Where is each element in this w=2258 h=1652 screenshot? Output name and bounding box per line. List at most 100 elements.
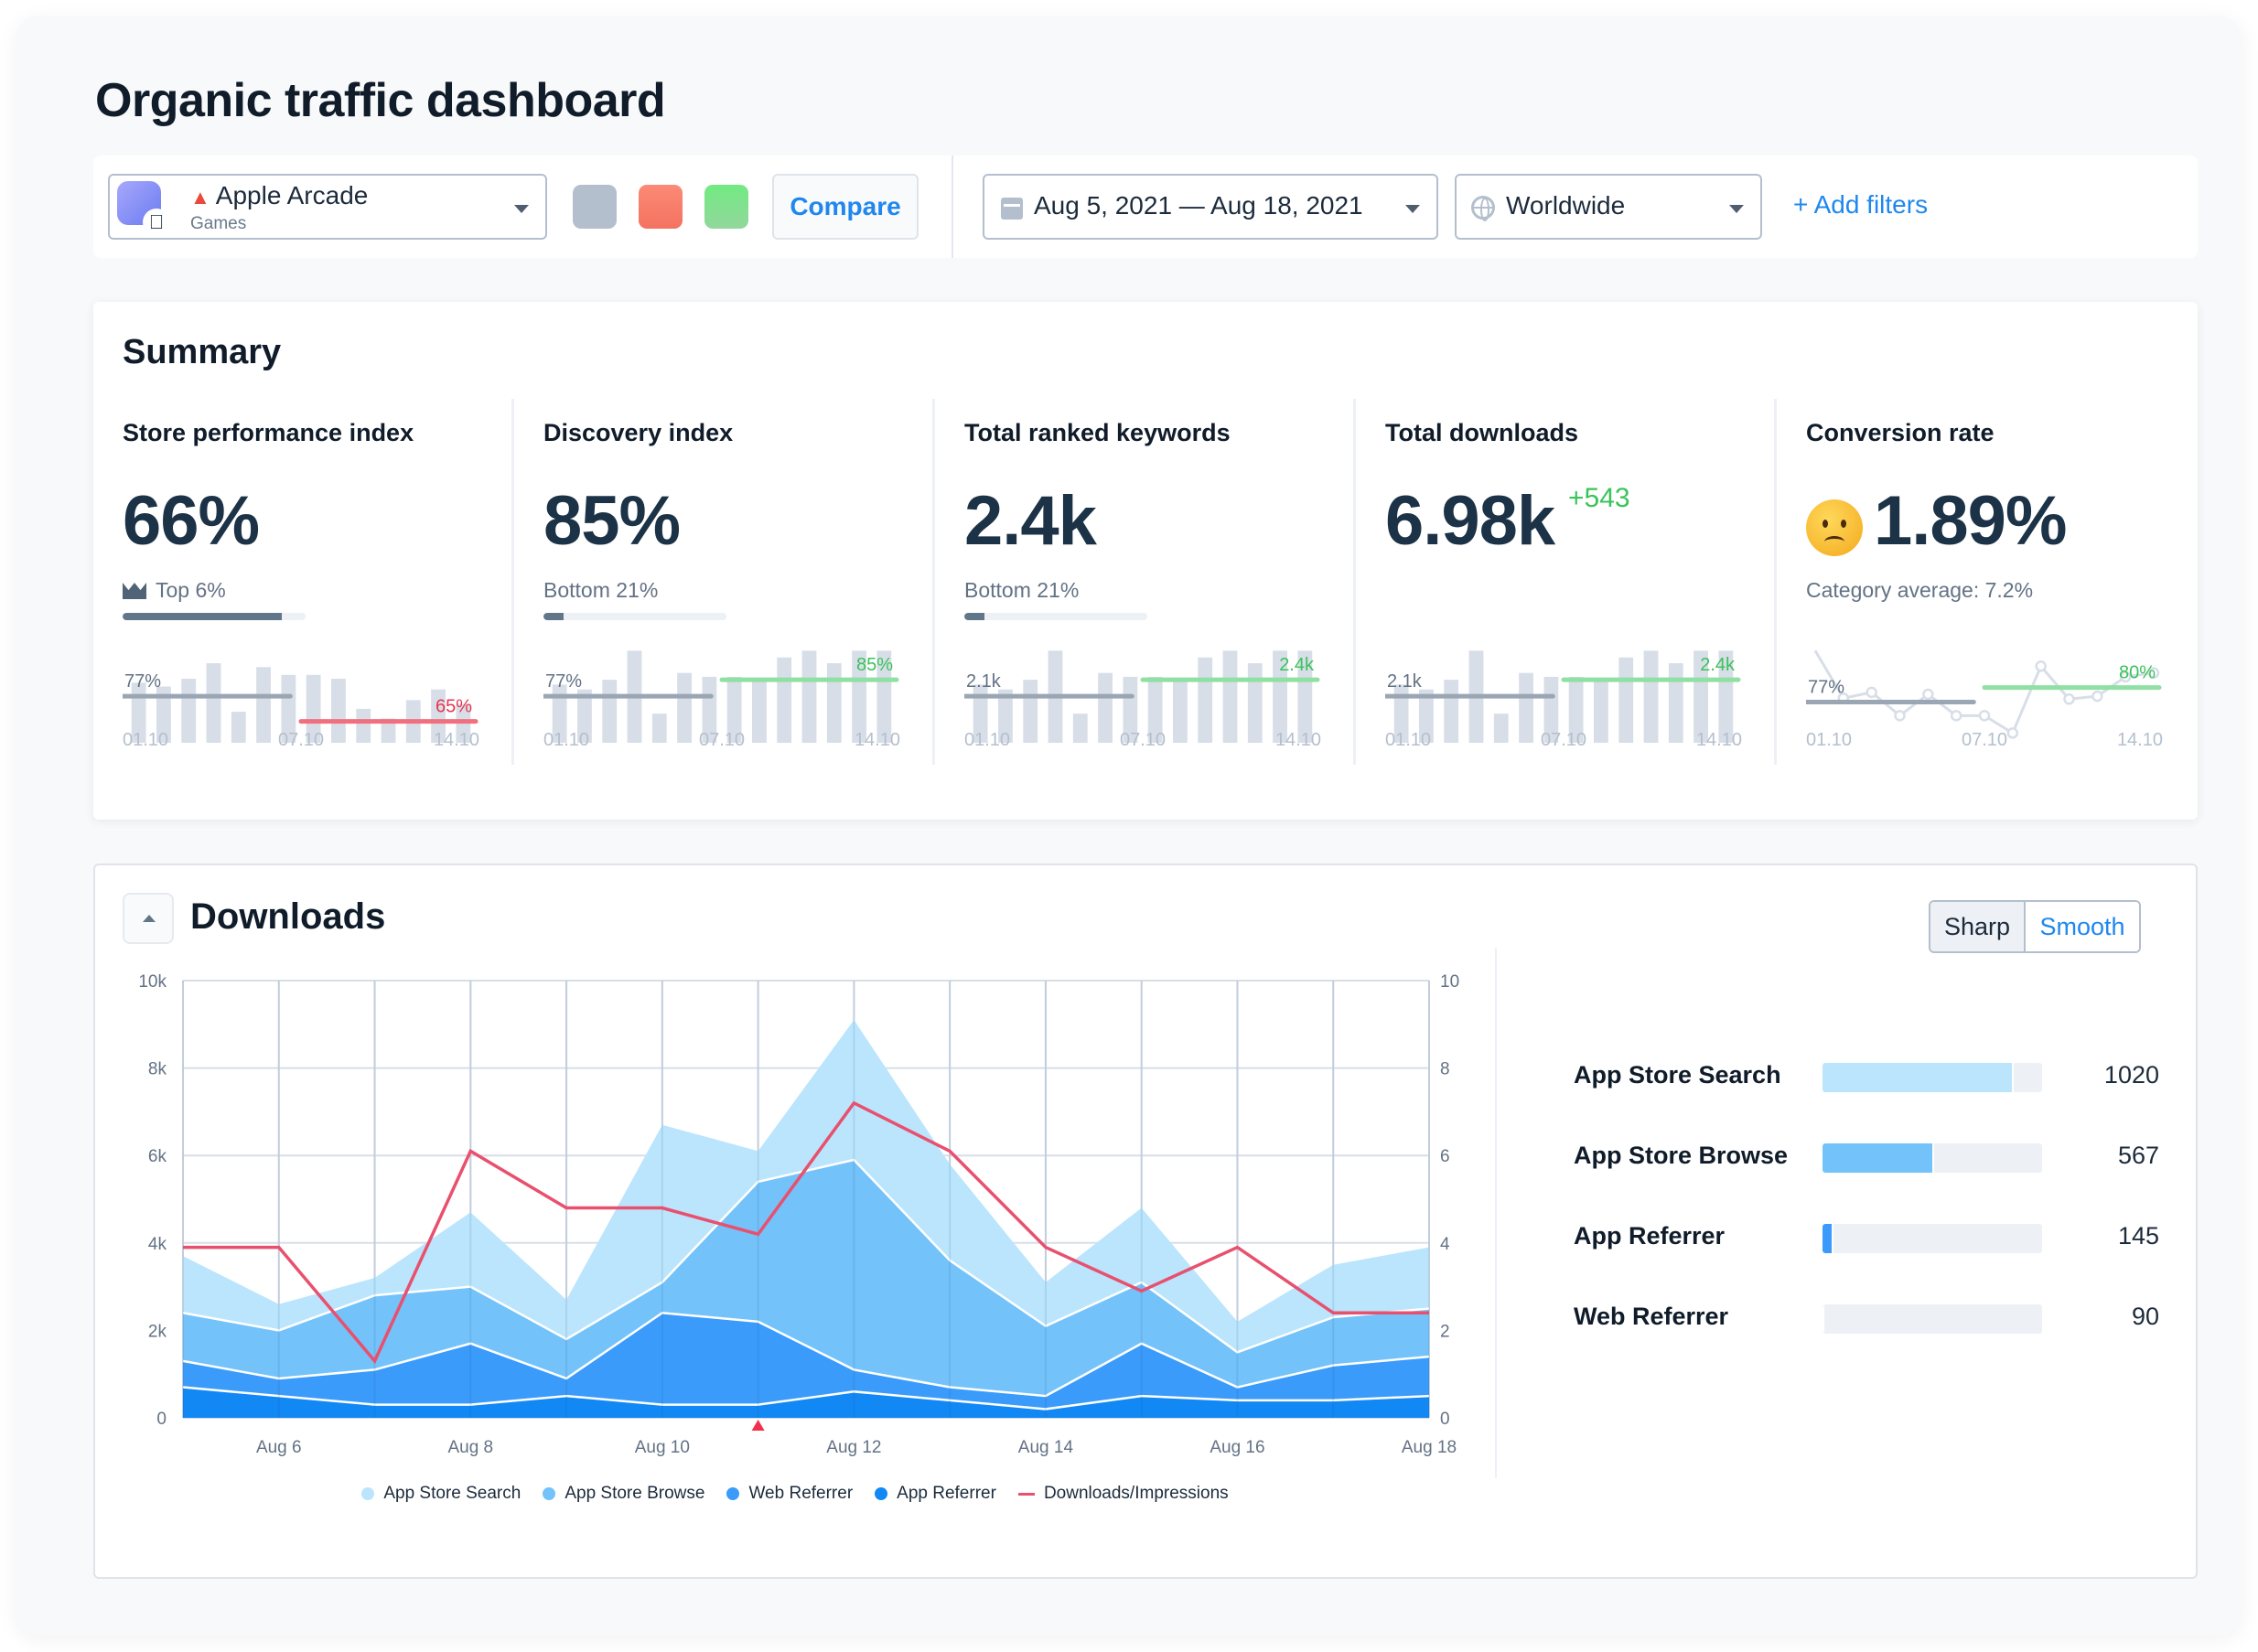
- metric-delta: +543: [1568, 483, 1630, 513]
- metric-subtext-value: Bottom 21%: [964, 578, 1080, 602]
- legend-item[interactable]: App Store Browse: [543, 1484, 704, 1504]
- add-filters-link[interactable]: + Add filters: [1793, 190, 1928, 220]
- traffic-source-value: 1020: [2103, 1061, 2159, 1089]
- sparkline-tick: 14.10: [1695, 730, 1742, 750]
- globe-icon: [1471, 196, 1495, 221]
- sparkline-axis: 01.10 07.10 14.10: [543, 730, 900, 754]
- y-axis-right-tick: 6: [1440, 1147, 1450, 1166]
- app-name: Apple Arcade: [215, 181, 369, 209]
- legend-label: Web Referrer: [748, 1484, 854, 1503]
- legend-line-icon: [1017, 1492, 1035, 1496]
- toggle-sharp[interactable]: Sharp: [1930, 902, 2026, 951]
- metric-card: Discovery index 85% Bottom 21% 77% 85% 01.10 0…: [514, 390, 935, 765]
- legend-item[interactable]: App Referrer: [875, 1484, 996, 1504]
- calendar-icon: [1001, 198, 1023, 220]
- rank-progress-bar: [964, 613, 1147, 620]
- region-selector[interactable]: Worldwide: [1455, 174, 1762, 240]
- sparkline-tick: 01.10: [964, 730, 1011, 750]
- x-axis-tick: Aug 14: [1018, 1438, 1074, 1457]
- metric-subtext-value: Bottom 21%: [543, 578, 659, 602]
- app-selector[interactable]:  ▲Apple Arcade Games: [108, 174, 547, 240]
- x-axis-tick: Aug 16: [1210, 1438, 1264, 1457]
- metric-label: Conversion rate: [1806, 419, 1995, 446]
- toolbar-divider: [952, 156, 953, 258]
- spark-point: [2035, 660, 2047, 672]
- legend-label: Downloads/Impressions: [1043, 1484, 1229, 1503]
- rank-progress-fill: [964, 613, 984, 620]
- sparkline-tick: 14.10: [1274, 730, 1321, 750]
- y-axis-right-tick: 0: [1440, 1410, 1450, 1429]
- traffic-source-row: App Store Browse 567: [1574, 1140, 2159, 1176]
- spark-point: [1922, 688, 1934, 701]
- current-average-label: 2.4k: [1279, 655, 1315, 675]
- metric-card: Conversion rate 1.89% Category average: 7.…: [1777, 390, 2198, 756]
- legend-item[interactable]: Web Referrer: [726, 1484, 853, 1504]
- current-average-label: 85%: [856, 655, 893, 675]
- confused-face-icon: [1806, 499, 1863, 556]
- y-axis-right-tick: 4: [1440, 1235, 1450, 1254]
- metric-subtext-value: Category average: 7.2%: [1806, 578, 2034, 602]
- y-axis-right-tick: 2: [1440, 1322, 1450, 1341]
- downloads-chart: 0 2k 4k 6k 8k 10k 0 2 4 6 8 10 Aug 6 Aug 8 Aug 10 Aug 1…: [138, 972, 1459, 1457]
- summary-title: Summary: [123, 333, 282, 371]
- spark-point: [1978, 710, 1991, 722]
- metric-value: 6.98k: [1385, 482, 1555, 560]
- summary-card: Summary Store performance index 66% Top 6%…: [93, 302, 2198, 820]
- chevron-down-icon: [1729, 205, 1744, 213]
- traffic-source-value: 567: [2117, 1142, 2159, 1169]
- metric-value: 66%: [123, 482, 260, 560]
- traffic-source-bar-fill: [1823, 1304, 1825, 1334]
- legend-dot-icon: [726, 1487, 740, 1500]
- rank-progress-fill: [123, 613, 282, 620]
- metric-card: Total downloads 6.98k +543 2.1k 2.4k 01.10 07.…: [1356, 390, 1777, 765]
- downloads-card: Downloads Sharp Smooth 0 2k 4k 6k 8k 10k 0 2 4 6 8…: [93, 864, 2198, 1579]
- traffic-source-value: 90: [2131, 1303, 2159, 1330]
- traffic-source-bar: [1823, 1063, 2042, 1092]
- apple-icon: : [143, 209, 170, 236]
- previous-average-label: 77%: [545, 671, 582, 692]
- metric-value: 2.4k: [964, 482, 1097, 560]
- sparkline-tick: 14.10: [854, 730, 900, 750]
- sparkline-axis: 01.10 07.10 14.10: [964, 730, 1321, 754]
- metric-subtext-value: Top 6%: [156, 578, 226, 602]
- traffic-source-row: App Store Search 1020: [1574, 1059, 2159, 1096]
- traffic-source-row: Web Referrer 90: [1574, 1301, 2159, 1337]
- metric-subtext: Top 6%: [123, 578, 226, 603]
- spark-bar: [1643, 650, 1659, 743]
- toggle-smooth[interactable]: Smooth: [2026, 902, 2139, 951]
- sparkline-axis: 01.10 07.10 14.10: [1385, 730, 1742, 754]
- traffic-source-value: 145: [2117, 1222, 2159, 1250]
- metric-label: Total ranked keywords: [964, 419, 1231, 446]
- compare-button[interactable]: Compare: [772, 174, 919, 240]
- line-style-toggle: Sharp Smooth: [1929, 900, 2141, 953]
- legend-item[interactable]: App Store Search: [361, 1484, 521, 1504]
- y-axis-left-tick: 10k: [138, 972, 167, 992]
- metric-label: Store performance index: [123, 419, 414, 446]
- legend-dot-icon: [543, 1487, 556, 1500]
- chevron-down-icon: [514, 205, 529, 213]
- compare-color-green[interactable]: [704, 185, 748, 229]
- metric-label: Discovery index: [543, 419, 734, 446]
- date-range-selector[interactable]: Aug 5, 2021 — Aug 18, 2021: [983, 174, 1438, 240]
- region-value: Worldwide: [1506, 191, 1626, 220]
- legend-item[interactable]: Downloads/Impressions: [1017, 1484, 1229, 1504]
- x-axis-tick: Aug 12: [826, 1438, 881, 1457]
- metric-card: Total ranked keywords 2.4k Bottom 21% 2.1k 2…: [935, 390, 1356, 765]
- chevron-down-icon: [1405, 205, 1420, 213]
- previous-average-label: 77%: [1808, 677, 1844, 697]
- legend-label: App Referrer: [897, 1484, 996, 1503]
- spark-bar: [1222, 650, 1238, 743]
- y-axis-left-tick: 2k: [148, 1322, 167, 1341]
- previous-average-label: 2.1k: [1387, 671, 1423, 692]
- compare-color-gray[interactable]: [573, 185, 617, 229]
- sparkline-tick: 07.10: [277, 730, 325, 750]
- traffic-source-bar: [1823, 1224, 2042, 1253]
- compare-color-red[interactable]: [639, 185, 683, 229]
- legend-label: App Store Search: [383, 1484, 521, 1503]
- sparkline-tick: 01.10: [1385, 730, 1432, 750]
- crown-icon: [123, 583, 146, 599]
- event-marker-icon[interactable]: [751, 1420, 765, 1431]
- y-axis-right-tick: 10: [1440, 972, 1459, 992]
- x-axis-tick: Aug 10: [635, 1438, 690, 1457]
- sparkline-axis: 01.10 07.10 14.10: [123, 730, 479, 754]
